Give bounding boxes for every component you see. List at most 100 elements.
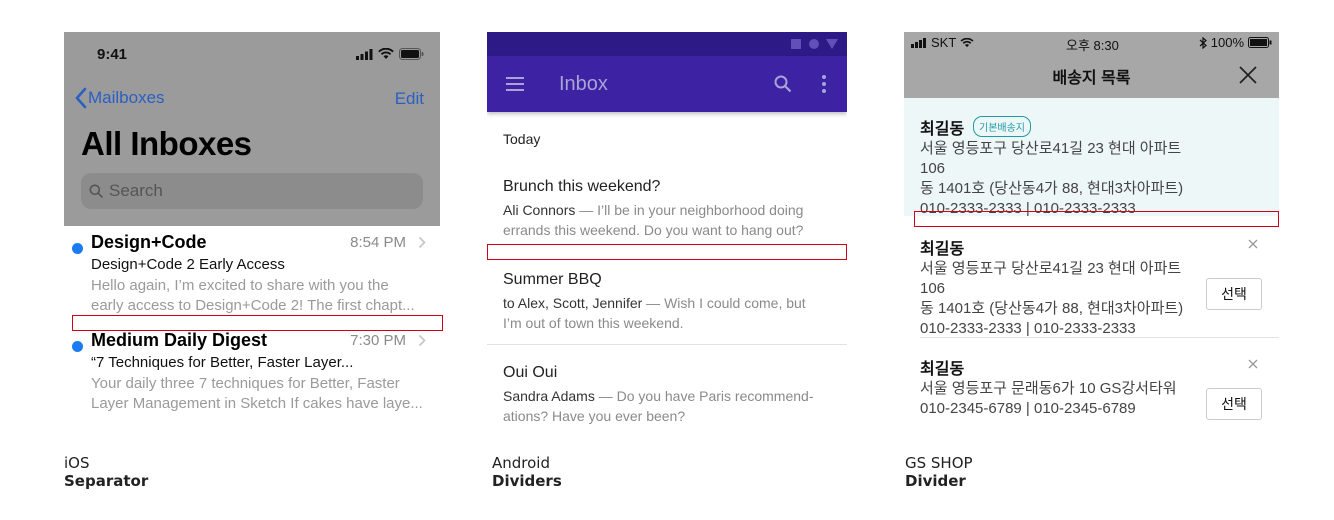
app-bar: Inbox (487, 56, 847, 112)
header: SKT 오후 8:30 100% 배송지 목록 (904, 32, 1279, 98)
item-preview: Ali Connors — I’ll be in your neighborho… (503, 200, 823, 240)
status-icons (791, 39, 838, 49)
more-vert-icon[interactable] (822, 75, 826, 93)
separator-highlight (72, 315, 443, 331)
caption-platform: iOS (64, 454, 90, 472)
address-card[interactable]: 최길동 서울 영등포구 당산로41길 23 현대 아파트 106 동 1401호… (904, 228, 1279, 338)
caption-term: Dividers (492, 472, 562, 490)
android-inbox-screen: Inbox Today Brunch this weekend? Ali Con… (487, 32, 847, 434)
default-badge: 기본배송지 (973, 116, 1031, 137)
mail-preview-line: Your daily three 7 techniques for Better… (91, 375, 400, 392)
address-text: 서울 영등포구 당산로41길 23 현대 아파트 106 동 1401호 (당산… (920, 259, 1200, 339)
address-line: 서울 영등포구 문래동6가 10 GS강서타워 (920, 380, 1177, 397)
ios-mail-screen: 9:41 Mailboxes Edit All Inboxes Search D… (64, 32, 440, 434)
item-title: Oui Oui (503, 364, 558, 381)
status-time: 오후 8:30 (1066, 38, 1119, 53)
mail-time: 7:30 PM (350, 332, 406, 349)
item-title: Brunch this weekend? (503, 178, 661, 195)
item-from: Sandra Adams (503, 388, 595, 404)
section-header: Today (503, 131, 541, 147)
signal-icon (356, 48, 373, 60)
delete-icon[interactable] (1248, 359, 1258, 369)
phone-line: 010-2333-2333 | 010-2333-2333 (920, 320, 1136, 337)
address-card[interactable]: 최길동 서울 영등포구 문래동6가 10 GS강서타워 010-2345-678… (904, 348, 1279, 434)
list-item[interactable]: Oui Oui Sandra Adams — Do you have Paris… (487, 364, 847, 428)
status-bar (487, 32, 847, 56)
status-battery: 100% (1199, 35, 1272, 50)
list-item[interactable]: Summer BBQ to Alex, Scott, Jennifer — Wi… (487, 271, 847, 335)
battery-icon (1248, 37, 1272, 48)
back-label: Mailboxes (88, 88, 165, 107)
ios-header-area: 9:41 Mailboxes Edit All Inboxes Search (64, 32, 440, 226)
caption-platform: GS SHOP (905, 454, 973, 472)
item-text: errands this weekend. Do you want to han… (503, 222, 804, 238)
list-divider (920, 337, 1279, 338)
item-from: to Alex, Scott, Jennifer (503, 295, 643, 311)
mail-sender: Design+Code (91, 232, 207, 252)
mail-subject: “7 Techniques for Better, Faster Layer..… (91, 354, 354, 371)
mail-preview-line: Layer Management in Sketch If cakes have… (91, 395, 423, 412)
wifi-icon (378, 48, 394, 59)
status-time: 9:41 (97, 46, 128, 63)
search-placeholder: Search (109, 181, 163, 200)
caption-term: Separator (64, 472, 149, 490)
android-caption: Android Dividers (492, 454, 562, 490)
mail-row[interactable]: Design+Code 8:54 PM Design+Code 2 Early … (64, 232, 440, 322)
mail-row[interactable]: Medium Daily Digest 7:30 PM “7 Technique… (64, 330, 440, 430)
divider-highlight (487, 244, 847, 260)
chevron-right-icon (418, 334, 426, 347)
address-text: 서울 영등포구 문래동6가 10 GS강서타워 010-2345-6789 | … (920, 379, 1200, 419)
wifi-icon (960, 37, 974, 47)
address-line: 동 1401호 (당산동4가 88, 현대3차아파트) (920, 180, 1184, 197)
item-preview: to Alex, Scott, Jennifer — Wish I could … (503, 293, 823, 333)
item-preview: Sandra Adams — Do you have Paris recomme… (503, 386, 823, 426)
mail-preview: Your daily three 7 techniques for Better… (91, 374, 431, 414)
recipient-name: 최길동 (920, 121, 965, 138)
edit-button[interactable]: Edit (395, 89, 424, 109)
delete-icon[interactable] (1248, 239, 1258, 249)
caption-platform: Android (492, 454, 550, 472)
address-card-default[interactable]: 최길동 기본배송지 서울 영등포구 당산로41길 23 현대 아파트 106 동… (904, 98, 1279, 217)
item-text: — Wish I could come, but (642, 295, 806, 311)
menu-icon[interactable] (506, 77, 524, 91)
mail-time: 8:54 PM (350, 234, 406, 251)
bluetooth-icon (1199, 36, 1207, 49)
mail-sender: Medium Daily Digest (91, 330, 268, 350)
address-line: 서울 영등포구 당산로41길 23 현대 아파트 106 (920, 260, 1182, 297)
search-field[interactable]: Search (81, 173, 423, 209)
mailboxes-back-button[interactable]: Mailboxes (74, 87, 165, 109)
item-text: — Do you have Paris recommend- (594, 388, 814, 404)
select-button[interactable]: 선택 (1206, 278, 1262, 310)
gs-caption: GS SHOP Divider (905, 454, 973, 490)
mail-preview-line: Hello again, I’m excited to share with y… (91, 277, 389, 294)
recipient-name: 최길동 (920, 361, 965, 378)
item-from: Ali Connors (503, 202, 576, 218)
mail-preview-line: early access to Design+Code 2! The first… (91, 297, 415, 314)
item-title: Summer BBQ (503, 271, 602, 288)
address-line: 동 1401호 (당산동4가 88, 현대3차아파트) (920, 300, 1184, 317)
battery-icon (399, 48, 424, 60)
chevron-left-icon (75, 87, 87, 109)
app-title: Inbox (559, 73, 608, 95)
page-title: All Inboxes (81, 125, 252, 162)
status-icons (356, 48, 424, 60)
address-line: 서울 영등포구 당산로41길 23 현대 아파트 106 (920, 140, 1182, 177)
recipient-name: 최길동 (920, 241, 965, 258)
page-title: 배송지 목록 (1052, 70, 1131, 87)
list-item[interactable]: Brunch this weekend? Ali Connors — I’ll … (487, 178, 847, 242)
status-carrier: SKT (911, 35, 974, 50)
item-text: — I’ll be in your neighborhood doing (575, 202, 804, 218)
battery-percent: 100% (1210, 35, 1244, 50)
select-button[interactable]: 선택 (1206, 388, 1262, 420)
close-icon[interactable] (1239, 66, 1257, 84)
mail-subject: Design+Code 2 Early Access (91, 256, 285, 273)
divider-highlight (914, 211, 1279, 227)
item-text: I’m out of town this weekend. (503, 315, 684, 331)
unread-dot (72, 243, 83, 254)
unread-dot (72, 341, 83, 352)
chevron-right-icon (418, 236, 426, 249)
search-icon[interactable] (774, 75, 792, 93)
carrier-name: SKT (931, 35, 957, 50)
list-divider (487, 344, 847, 345)
gs-shop-address-screen: SKT 오후 8:30 100% 배송지 목록 최길동 기본배송지 서울 영등포… (904, 32, 1279, 436)
